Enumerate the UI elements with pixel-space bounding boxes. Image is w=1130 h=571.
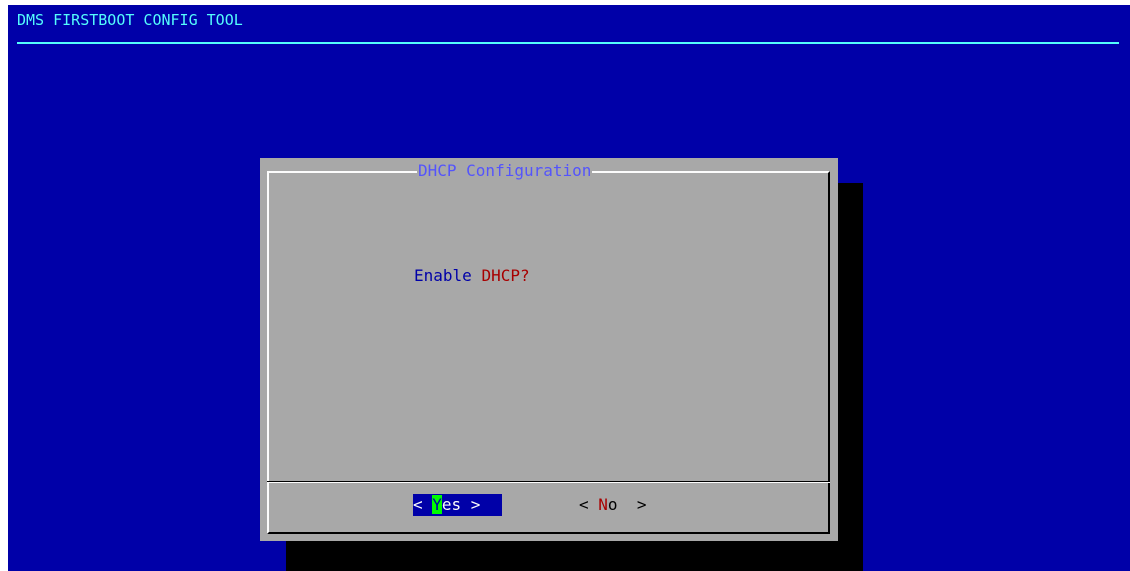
prompt-highlight: DHCP? <box>481 266 530 285</box>
yes-button[interactable]: < Yes > <box>413 494 502 516</box>
no-button[interactable]: < No > <box>579 494 646 516</box>
yes-hotkey: Y <box>432 495 442 514</box>
no-right-bracket: > <box>617 495 647 514</box>
backtitle-rule <box>17 42 1119 44</box>
dialog-title: DHCP Configuration <box>417 161 593 181</box>
dhcp-dialog: DHCP Configuration Enable DHCP? < Yes > … <box>260 158 838 541</box>
dialog-frame: DHCP Configuration <box>267 161 830 534</box>
frame-corner <box>828 173 830 177</box>
button-separator <box>267 481 830 482</box>
yes-left-bracket: < <box>413 495 433 514</box>
no-left-bracket: < <box>579 495 599 514</box>
prompt-text: Enable <box>414 266 482 285</box>
no-hotkey: N <box>598 495 608 514</box>
terminal-screen: DMS FIRSTBOOT CONFIG TOOL DHCP Configura… <box>8 5 1130 571</box>
yes-label: es <box>441 495 462 514</box>
dialog-prompt: Enable DHCP? <box>414 266 530 286</box>
backtitle: DMS FIRSTBOOT CONFIG TOOL <box>17 11 243 29</box>
yes-right-bracket: > <box>461 495 481 514</box>
no-label: o <box>607 495 618 514</box>
